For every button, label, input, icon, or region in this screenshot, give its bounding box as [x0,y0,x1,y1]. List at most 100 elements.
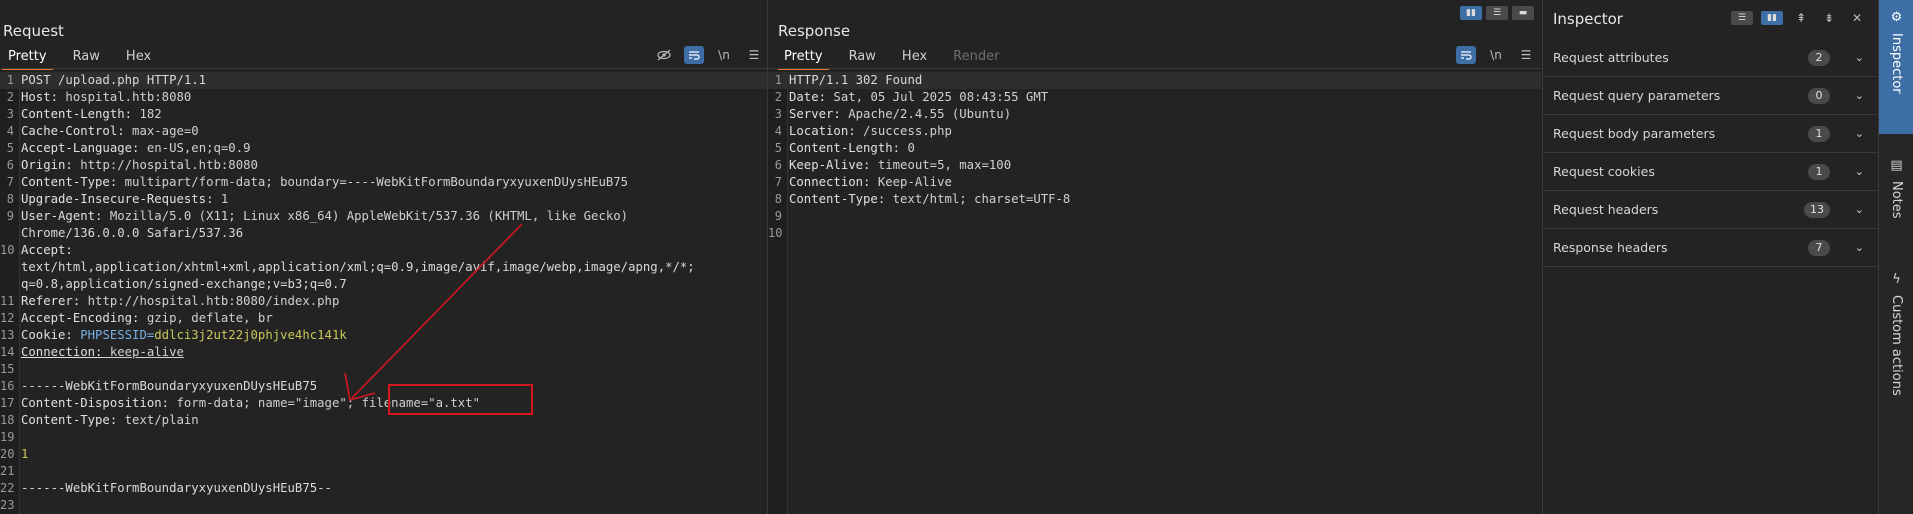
raw-text: Chrome/136.0.0.0 Safari/537.36 [21,226,244,240]
header-name: Accept-Language: [21,141,140,155]
header-value: en-US,en;q=0.9 [139,141,251,155]
request-tab-raw[interactable]: Raw [73,47,100,70]
header-name: Content-Length: [21,107,133,121]
annotation-highlight-box [388,384,533,415]
response-editor[interactable]: 1 HTTP/1.1 302 Found 2 Date: Sat, 05 Jul 20… [768,72,1541,514]
inspector-section-label: Request body parameters [1553,126,1716,141]
inspector-layout-side-icon[interactable]: ▮▮ [1761,11,1783,25]
inspector-title: Inspector [1553,10,1623,28]
wrap-icon[interactable] [684,46,704,64]
response-tab-divider [768,68,1541,69]
line-number: 12 [0,311,15,325]
line-number: 16 [0,379,15,393]
line-number: 14 [0,345,15,359]
request-line-text: text/html,application/xhtml+xml,applicat… [21,259,695,276]
split-vertical-icon[interactable]: ▮▮ [1460,6,1482,20]
request-line: 21 [0,463,767,480]
request-line: 20 1 [0,446,767,463]
inspector-section[interactable]: Request query parameters 0 ⌄ [1543,77,1878,115]
request-line: q=0.8,application/signed-exchange;v=b3;q… [0,276,767,293]
chevron-down-icon[interactable]: ⌄ [1855,165,1864,178]
rail-item-notes[interactable]: ▤ Notes [1879,148,1913,238]
line-number: 9 [6,209,14,223]
collapse-all-icon[interactable]: ⇟ [1819,9,1839,27]
inspector-layout-list-icon[interactable]: ☰ [1731,11,1753,25]
expand-all-icon[interactable]: ⇞ [1791,9,1811,27]
request-editor[interactable]: 1 POST /upload.php HTTP/1.1 2 Host: hospita… [0,72,767,514]
line-number: 6 [6,158,14,172]
response-line-text: Server: Apache/2.4.55 (Ubuntu) [789,106,1011,123]
request-line: Chrome/136.0.0.0 Safari/537.36 [0,225,767,242]
header-name: Content-Disposition: [21,396,170,410]
line-number: 11 [0,294,15,308]
newline-icon[interactable]: \n [714,46,734,64]
chevron-down-icon[interactable]: ⌄ [1855,127,1864,140]
request-line: 14 Connection: keep-alive [0,344,767,361]
request-line-text: Content-Length: 182 [21,106,162,123]
request-tab-pretty[interactable]: Pretty [2,47,53,70]
wrap-icon[interactable] [1456,46,1476,64]
chevron-down-icon[interactable]: ⌄ [1855,89,1864,102]
header-name: Cookie: [21,328,73,342]
header-name: Connection: [789,175,871,189]
header-value: Apache/2.4.55 (Ubuntu) [840,107,1012,121]
eye-slash-icon[interactable] [654,46,674,64]
inspector-section[interactable]: Request headers 13 ⌄ [1543,191,1878,229]
inspector-section-label: Request headers [1553,202,1659,217]
header-value: 1 [213,192,229,206]
response-tab-hex[interactable]: Hex [902,47,927,70]
single-pane-icon[interactable]: ▬ [1512,6,1534,20]
response-line: 4 Location: /success.php [768,123,1541,140]
line-number: 7 [6,175,14,189]
chevron-down-icon[interactable]: ⌄ [1855,241,1864,254]
inspector-section-label: Response headers [1553,240,1668,255]
menu-icon[interactable]: ☰ [744,46,764,64]
count-badge: 1 [1808,163,1830,180]
rail-item-custom-actions[interactable]: ϟ Custom actions [1879,262,1913,412]
line-number: 2 [6,90,14,104]
rail-item-inspector[interactable]: ⚙ Inspector [1879,0,1913,134]
response-tab-pretty[interactable]: Pretty [778,47,829,70]
response-pane: Response Pretty Raw Hex Render \n ☰ 1 HTT… [768,0,1541,514]
request-line-text: Referer: http://hospital.htb:8080/index.… [21,293,339,310]
line-number: 1 [774,73,782,87]
line-number: 10 [768,226,783,240]
request-title: Request [3,22,64,40]
inspector-section-label: Request query parameters [1553,88,1721,103]
header-name: Connection: [21,345,103,359]
inspector-section[interactable]: Request cookies 1 ⌄ [1543,153,1878,191]
response-tab-raw[interactable]: Raw [849,47,876,70]
header-name: Upgrade-Insecure-Requests: [21,192,214,206]
request-tab-hex[interactable]: Hex [126,47,151,70]
inspector-section[interactable]: Request attributes 2 ⌄ [1543,39,1878,77]
chevron-down-icon[interactable]: ⌄ [1855,51,1864,64]
request-line-text: ------WebKitFormBoundaryxyuxenDUysHEuB75… [21,480,332,497]
line-number: 4 [774,124,782,138]
request-line: 7 Content-Type: multipart/form-data; boun… [0,174,767,191]
response-line-text: Keep-Alive: timeout=5, max=100 [789,157,1011,174]
newline-icon[interactable]: \n [1486,46,1506,64]
line-number: 8 [6,192,14,206]
inspector-section-label: Request cookies [1553,164,1655,179]
line-number: 3 [6,107,14,121]
close-icon[interactable]: ✕ [1847,9,1867,27]
request-line-text: Chrome/136.0.0.0 Safari/537.36 [21,225,243,242]
request-line-text: Content-Type: multipart/form-data; bound… [21,174,628,191]
header-value: /success.php [855,124,952,138]
chevron-down-icon[interactable]: ⌄ [1855,203,1864,216]
raw-text: ------WebKitFormBoundaryxyuxenDUysHEuB75… [21,481,332,495]
menu-icon[interactable]: ☰ [1516,46,1536,64]
response-line: 2 Date: Sat, 05 Jul 2025 08:43:55 GMT [768,89,1541,106]
response-line: 5 Content-Length: 0 [768,140,1541,157]
response-line: 3 Server: Apache/2.4.55 (Ubuntu) [768,106,1541,123]
request-line: 5 Accept-Language: en-US,en;q=0.9 [0,140,767,157]
line-number: 22 [0,481,15,495]
inspector-section[interactable]: Request body parameters 1 ⌄ [1543,115,1878,153]
header-value: timeout=5, max=100 [870,158,1012,172]
rail-label-inspector: Inspector [1889,33,1904,94]
split-horizontal-icon[interactable]: ☰ [1486,6,1508,20]
response-tab-render[interactable]: Render [953,47,999,70]
inspector-section[interactable]: Response headers 7 ⌄ [1543,229,1878,267]
line-number: 20 [0,447,15,461]
request-line-text: User-Agent: Mozilla/5.0 (X11; Linux x86_… [21,208,628,225]
